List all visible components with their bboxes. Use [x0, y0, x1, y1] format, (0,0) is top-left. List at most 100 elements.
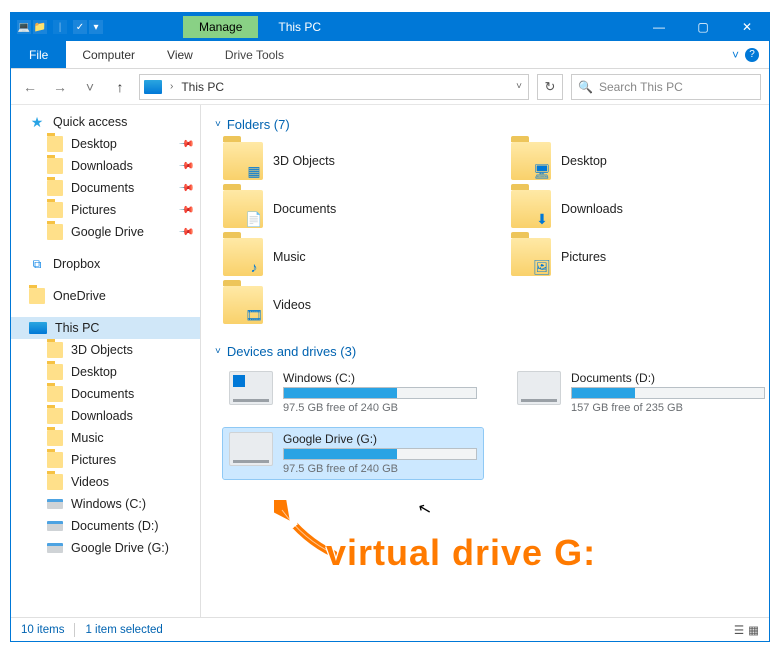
drive-icon [47, 499, 63, 509]
folder-label: Documents [273, 202, 336, 216]
back-button[interactable]: ← [19, 76, 41, 98]
close-button[interactable]: ✕ [725, 13, 769, 41]
group-title: Folders (7) [227, 117, 290, 132]
file-tab[interactable]: File [11, 41, 66, 68]
tab-view[interactable]: View [151, 43, 209, 67]
search-box[interactable]: 🔍 Search This PC [571, 74, 761, 100]
folder-thumb: ▦ [223, 142, 263, 180]
nav-label: Desktop [71, 137, 117, 151]
chevron-right-icon[interactable]: › [168, 81, 175, 92]
folder-icon: 📁 [33, 20, 47, 34]
drive-free-text: 97.5 GB free of 240 GB [283, 463, 477, 475]
drive-icon [47, 521, 63, 531]
status-item-count: 10 items [21, 624, 64, 636]
nav-quick-access[interactable]: ★Quick access [11, 111, 200, 133]
group-header-drives[interactable]: ˅ Devices and drives (3) [215, 344, 755, 359]
nav-label: Downloads [71, 159, 133, 173]
pin-icon: 📌 [177, 158, 194, 175]
nav-item[interactable]: Windows (C:) [11, 493, 200, 515]
nav-item[interactable]: Videos [11, 471, 200, 493]
tab-computer[interactable]: Computer [66, 43, 151, 67]
drive-label: Documents (D:) [571, 371, 765, 385]
address-bar-row: ← → ˅ ↑ › This PC ˅ ↻ 🔍 Search This PC [11, 69, 769, 105]
refresh-button[interactable]: ↻ [537, 74, 563, 100]
history-chevron-icon[interactable]: ˅ [514, 81, 524, 92]
tab-drive-tools[interactable]: Drive Tools [209, 43, 300, 67]
nav-label: Documents [71, 181, 134, 195]
folder-item[interactable]: ▦ 3D Objects [223, 140, 483, 182]
nav-label: Documents (D:) [71, 519, 159, 533]
folder-icon [47, 386, 63, 402]
nav-item[interactable]: Google Drive📌 [11, 221, 200, 243]
desktop-icon: 🖥 [531, 160, 553, 182]
folder-icon [47, 474, 63, 490]
folder-item[interactable]: 🖥 Desktop [511, 140, 769, 182]
star-icon: ★ [29, 114, 45, 130]
nav-item[interactable]: Pictures📌 [11, 199, 200, 221]
ribbon-expand-icon[interactable]: ˅ [732, 48, 739, 62]
help-icon[interactable]: ? [745, 48, 759, 62]
context-tab-manage[interactable]: Manage [183, 16, 258, 38]
cube-icon: ▦ [243, 160, 265, 182]
caret-down-icon: ▾ [89, 20, 103, 34]
drive-label: Windows (C:) [283, 371, 477, 385]
folder-item[interactable]: ♪Music [223, 236, 483, 278]
nav-onedrive[interactable]: OneDrive [11, 285, 200, 307]
folder-label: Downloads [561, 202, 623, 216]
maximize-button[interactable]: ▢ [681, 13, 725, 41]
nav-item[interactable]: Documents [11, 383, 200, 405]
nav-label: Pictures [71, 453, 116, 467]
drive-label: Google Drive (G:) [283, 432, 477, 446]
folder-icon [47, 224, 63, 240]
pin-icon: 📌 [177, 202, 194, 219]
recent-locations-button[interactable]: ˅ [79, 76, 101, 98]
nav-item[interactable]: Google Drive (G:) [11, 537, 200, 559]
video-icon: 🎞 [243, 304, 265, 326]
nav-item[interactable]: Desktop [11, 361, 200, 383]
folder-thumb: ♪ [223, 238, 263, 276]
group-header-folders[interactable]: ˅ Folders (7) [215, 117, 755, 132]
navigation-pane[interactable]: ★Quick access Desktop📌Downloads📌Document… [11, 105, 201, 617]
up-button[interactable]: ↑ [109, 76, 131, 98]
nav-item[interactable]: Downloads 📌 [11, 155, 200, 177]
drive-item[interactable]: Windows (C:) 97.5 GB free of 240 GB [223, 367, 483, 418]
folder-item[interactable]: 🎞Videos [223, 284, 483, 326]
drive-item[interactable]: Documents (D:) 157 GB free of 235 GB [511, 367, 769, 418]
folder-thumb: 🎞 [223, 286, 263, 324]
forward-button[interactable]: → [49, 76, 71, 98]
folder-icon [47, 430, 63, 446]
nav-this-pc[interactable]: This PC [11, 317, 200, 339]
folder-item[interactable]: 🖼Pictures [511, 236, 769, 278]
nav-item[interactable]: Pictures [11, 449, 200, 471]
folder-icon [47, 158, 63, 174]
folder-item[interactable]: 📄Documents [223, 188, 483, 230]
folder-thumb: ⬇ [511, 190, 551, 228]
nav-item[interactable]: Desktop📌 [11, 133, 200, 155]
folder-label: 3D Objects [273, 154, 335, 168]
nav-label: Documents [71, 387, 134, 401]
nav-label: Windows (C:) [71, 497, 146, 511]
nav-item[interactable]: Downloads [11, 405, 200, 427]
drive-item[interactable]: Google Drive (G:) 97.5 GB free of 240 GB [223, 428, 483, 479]
nav-dropbox[interactable]: ⧉ Dropbox [11, 253, 200, 275]
title-bar: 💻 📁 | ✓ ▾ Manage This PC ― ▢ ✕ [11, 13, 769, 41]
folder-icon [47, 364, 63, 380]
dropbox-icon: ⧉ [29, 256, 45, 272]
folder-label: Desktop [561, 154, 607, 168]
folder-item[interactable]: ⬇ Downloads [511, 188, 769, 230]
tiles-view-button[interactable]: ▦ [748, 623, 759, 637]
address-bar[interactable]: › This PC ˅ [139, 74, 529, 100]
minimize-button[interactable]: ― [637, 13, 681, 41]
nav-item[interactable]: Documents (D:) [11, 515, 200, 537]
nav-item[interactable]: 3D Objects [11, 339, 200, 361]
nav-label: Dropbox [53, 257, 100, 271]
check-icon: ✓ [73, 20, 87, 34]
nav-item[interactable]: Music [11, 427, 200, 449]
details-view-button[interactable]: ☰ [734, 623, 744, 637]
content-area[interactable]: ˅ Folders (7) ▦ 3D Objects 🖥 Desktop 📄Docume… [201, 105, 769, 617]
breadcrumb-location[interactable]: This PC [181, 80, 224, 94]
status-bar: 10 items 1 item selected ☰ ▦ [11, 617, 769, 641]
folder-icon [47, 202, 63, 218]
nav-label: Google Drive (G:) [71, 541, 169, 555]
nav-item[interactable]: Documents📌 [11, 177, 200, 199]
